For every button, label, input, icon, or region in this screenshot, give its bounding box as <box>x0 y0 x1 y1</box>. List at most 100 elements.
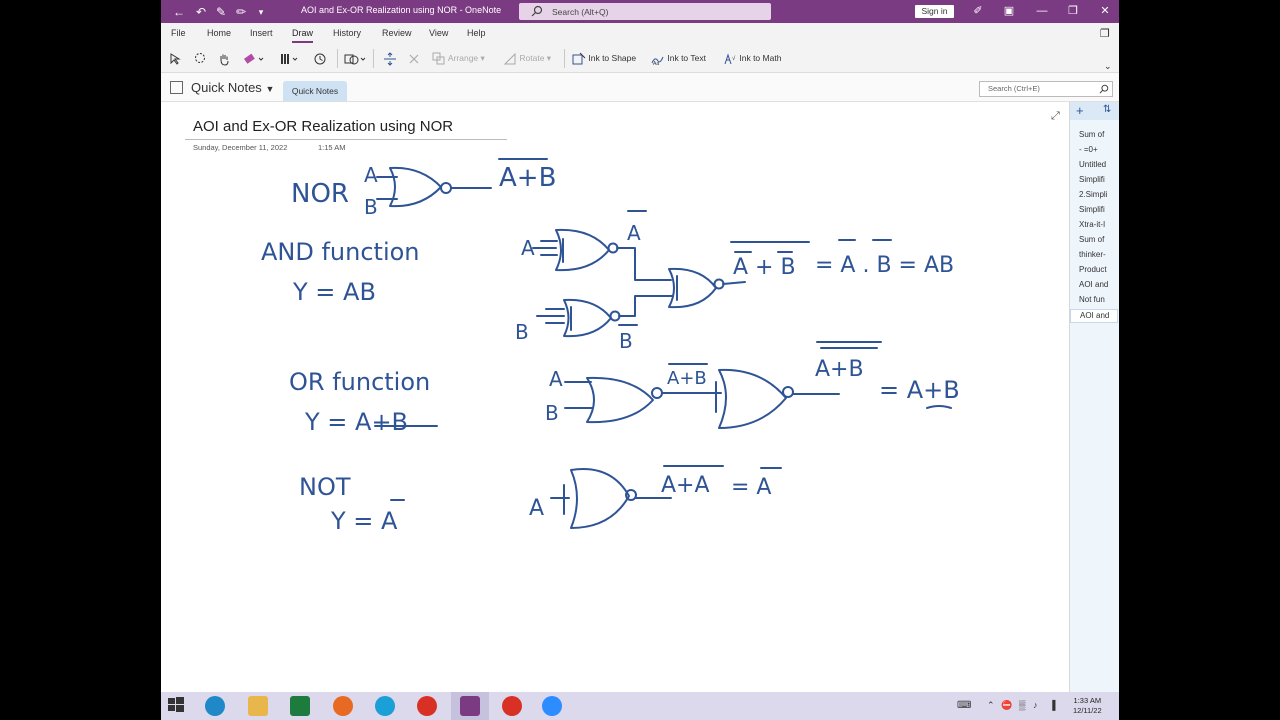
page-list-item[interactable]: Not fun <box>1079 295 1119 304</box>
not-a-label: A <box>627 221 641 245</box>
not-circuit <box>550 468 672 529</box>
pan-hand-icon[interactable] <box>217 50 231 66</box>
notebook-icon[interactable] <box>170 81 183 94</box>
page-canvas[interactable]: AOI and Ex-OR Realization using NOR Sund… <box>161 102 1069 692</box>
or-mid-label: A+B <box>667 368 707 389</box>
chrome-icon[interactable] <box>417 696 437 716</box>
tab-view[interactable]: View <box>429 28 448 38</box>
page-list-item-selected[interactable]: AOI and <box>1070 309 1118 323</box>
page-list-item[interactable]: Product <box>1079 265 1119 274</box>
rotate-button[interactable]: Rotate ▾ <box>503 50 551 66</box>
or-input-b: B <box>545 401 559 425</box>
tab-insert[interactable]: Insert <box>250 28 273 38</box>
tab-review[interactable]: Review <box>382 28 412 38</box>
start-windows-icon[interactable] <box>167 696 187 716</box>
not-b-label: B <box>619 329 633 353</box>
select-tool-icon[interactable] <box>169 50 183 66</box>
system-clock[interactable]: 1:33 AM 12/11/22 <box>1073 696 1102 716</box>
taskbar: ⌨ ⌃ ⛔ ▒ ♪ ▐ 1:33 AM 12/11/22 <box>161 692 1119 720</box>
zoom-icon[interactable] <box>542 696 562 716</box>
arrange-button[interactable]: Arrange ▾ <box>432 50 485 66</box>
customize-qat-icon[interactable]: ▾ <box>253 4 269 20</box>
ink-replay-icon[interactable] <box>313 50 327 66</box>
search-placeholder: Search (Alt+Q) <box>552 7 609 17</box>
ink-to-math-button[interactable]: √ Ink to Math <box>723 50 781 66</box>
edge-icon[interactable] <box>375 696 395 716</box>
page-list-item[interactable]: 2.Simpli <box>1079 190 1119 199</box>
sign-in-button[interactable]: Sign in <box>915 5 954 18</box>
highlighter-icon[interactable]: ✏ <box>233 4 249 20</box>
page-list-item[interactable]: Simplifi <box>1079 175 1119 184</box>
and-equation-2: = A . B = AB <box>815 253 954 278</box>
draw-ribbon: Arrange ▾ Rotate ▾ Ink to Shape Aa Ink t… <box>161 45 1119 73</box>
firefox-icon[interactable] <box>333 696 353 716</box>
collapse-ribbon-icon[interactable]: ⌄ <box>1104 58 1112 74</box>
eraser-icon[interactable] <box>243 50 265 66</box>
menu-bar: File Home Insert Draw History Review Vie… <box>161 23 1119 45</box>
maximize-button[interactable]: ❐ <box>1064 3 1082 20</box>
network-icon[interactable]: ▒ <box>1019 700 1025 710</box>
handwritten-ink: NOR A B A+B AND function Y = AB A B A B … <box>261 158 960 535</box>
not-title: NOT <box>299 473 351 501</box>
onenote-icon[interactable] <box>460 696 480 716</box>
minimize-button[interactable]: — <box>1033 3 1051 20</box>
chevron-down-icon: ▼ <box>265 84 275 94</box>
shapes-icon[interactable] <box>343 50 367 66</box>
underline-or <box>926 405 952 409</box>
clock-date: 12/11/22 <box>1073 706 1102 715</box>
svg-text:Aa: Aa <box>653 61 659 66</box>
notebook-search-input[interactable]: Search (Ctrl+E) <box>979 81 1113 97</box>
file-explorer-icon[interactable] <box>248 696 268 716</box>
notebook-selector[interactable]: Quick Notes ▼ <box>191 80 274 95</box>
sort-pages-icon[interactable]: ⇅ <box>1103 104 1111 115</box>
or-equation-2: = A+B <box>879 376 960 404</box>
page-list-item[interactable]: Untitled <box>1079 160 1119 169</box>
tab-history[interactable]: History <box>333 28 361 38</box>
and-function-title: AND function <box>261 238 420 266</box>
share-icon[interactable]: ❐ <box>1100 27 1110 40</box>
tray-chevron-icon[interactable]: ⌃ <box>987 700 995 711</box>
close-button[interactable]: ✕ <box>1096 3 1114 20</box>
and-input-a: A <box>521 236 535 260</box>
or-input-a: A <box>549 367 563 391</box>
undo-icon[interactable]: ↶ <box>193 4 209 20</box>
internet-explorer-icon[interactable] <box>205 696 225 716</box>
page-list-item[interactable]: Sum of <box>1079 130 1119 139</box>
delete-icon[interactable] <box>408 50 420 66</box>
signal-icon[interactable]: ▐ <box>1049 700 1055 710</box>
pen-settings-icon[interactable]: ✐ <box>969 3 987 20</box>
overbar-or-out <box>816 341 882 349</box>
and-equation: Y = AB <box>292 278 376 306</box>
page-list-item[interactable]: - =0+ <box>1079 145 1119 154</box>
page-list-item[interactable]: Xtra-it-I <box>1079 220 1119 229</box>
page-list-item[interactable]: Simplifi <box>1079 205 1119 214</box>
back-icon[interactable]: ← <box>171 4 187 20</box>
chrome-profile-icon[interactable] <box>502 696 522 716</box>
tab-home[interactable]: Home <box>207 28 231 38</box>
onenote-window: ← ↶ ✎ ✏ ▾ AOI and Ex-OR Realization usin… <box>161 0 1119 720</box>
keyboard-icon[interactable]: ⌨ <box>957 700 971 711</box>
tab-help[interactable]: Help <box>467 28 486 38</box>
volume-icon[interactable]: ♪ <box>1033 700 1038 710</box>
section-tab-quick-notes[interactable]: Quick Notes <box>283 81 347 101</box>
add-page-icon[interactable]: + <box>1076 103 1084 118</box>
pen-icon[interactable]: ✎ <box>213 4 229 20</box>
page-list-item[interactable]: Sum of <box>1079 235 1119 244</box>
page-list-item[interactable]: AOI and <box>1079 280 1119 289</box>
rotate-label: Rotate <box>519 53 545 63</box>
ink-to-text-button[interactable]: Aa Ink to Text <box>651 50 706 67</box>
tab-draw[interactable]: Draw <box>292 28 314 43</box>
security-icon[interactable]: ⛔ <box>1001 700 1012 711</box>
clock-time: 1:33 AM <box>1073 696 1102 705</box>
excel-icon[interactable] <box>290 696 310 716</box>
tab-file[interactable]: File <box>171 28 186 38</box>
or-function-title: OR function <box>289 368 430 396</box>
insert-space-icon[interactable] <box>383 50 397 66</box>
page-list-item[interactable]: thinker- <box>1079 250 1119 259</box>
or-equation: Y = A+B <box>304 408 408 436</box>
lasso-select-icon[interactable] <box>193 50 207 66</box>
ribbon-display-icon[interactable]: ▣ <box>1000 3 1018 20</box>
ink-to-shape-button[interactable]: Ink to Shape <box>572 50 636 66</box>
search-box[interactable]: Search (Alt+Q) <box>519 3 771 20</box>
pen-gallery-icon[interactable] <box>279 50 301 66</box>
